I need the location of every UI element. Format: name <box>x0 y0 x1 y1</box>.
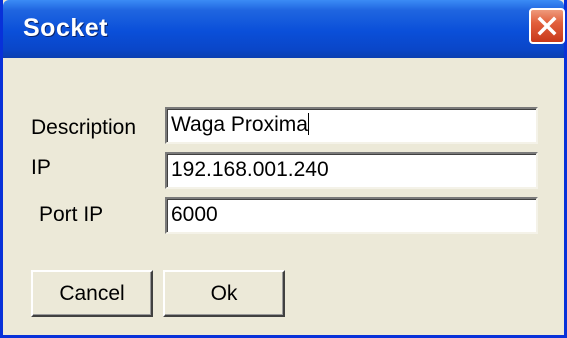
port-label: Port IP <box>39 203 104 226</box>
socket-dialog: Socket Description Waga Proxima IP 192.1… <box>0 0 567 338</box>
description-field[interactable]: Waga Proxima <box>165 107 538 144</box>
port-field[interactable]: 6000 <box>165 197 538 234</box>
close-icon <box>537 16 557 36</box>
ip-label: IP <box>31 156 51 179</box>
description-label: Description <box>31 116 137 139</box>
close-button[interactable] <box>529 8 565 44</box>
title-bar[interactable]: Socket <box>3 0 565 58</box>
text-caret <box>307 113 309 135</box>
cancel-button[interactable]: Cancel <box>31 270 153 317</box>
description-value: Waga Proxima <box>171 113 308 136</box>
window-title: Socket <box>23 14 108 42</box>
port-value: 6000 <box>171 203 218 226</box>
ip-value: 192.168.001.240 <box>171 158 329 181</box>
ok-button[interactable]: Ok <box>163 270 285 317</box>
ip-field[interactable]: 192.168.001.240 <box>165 152 538 189</box>
